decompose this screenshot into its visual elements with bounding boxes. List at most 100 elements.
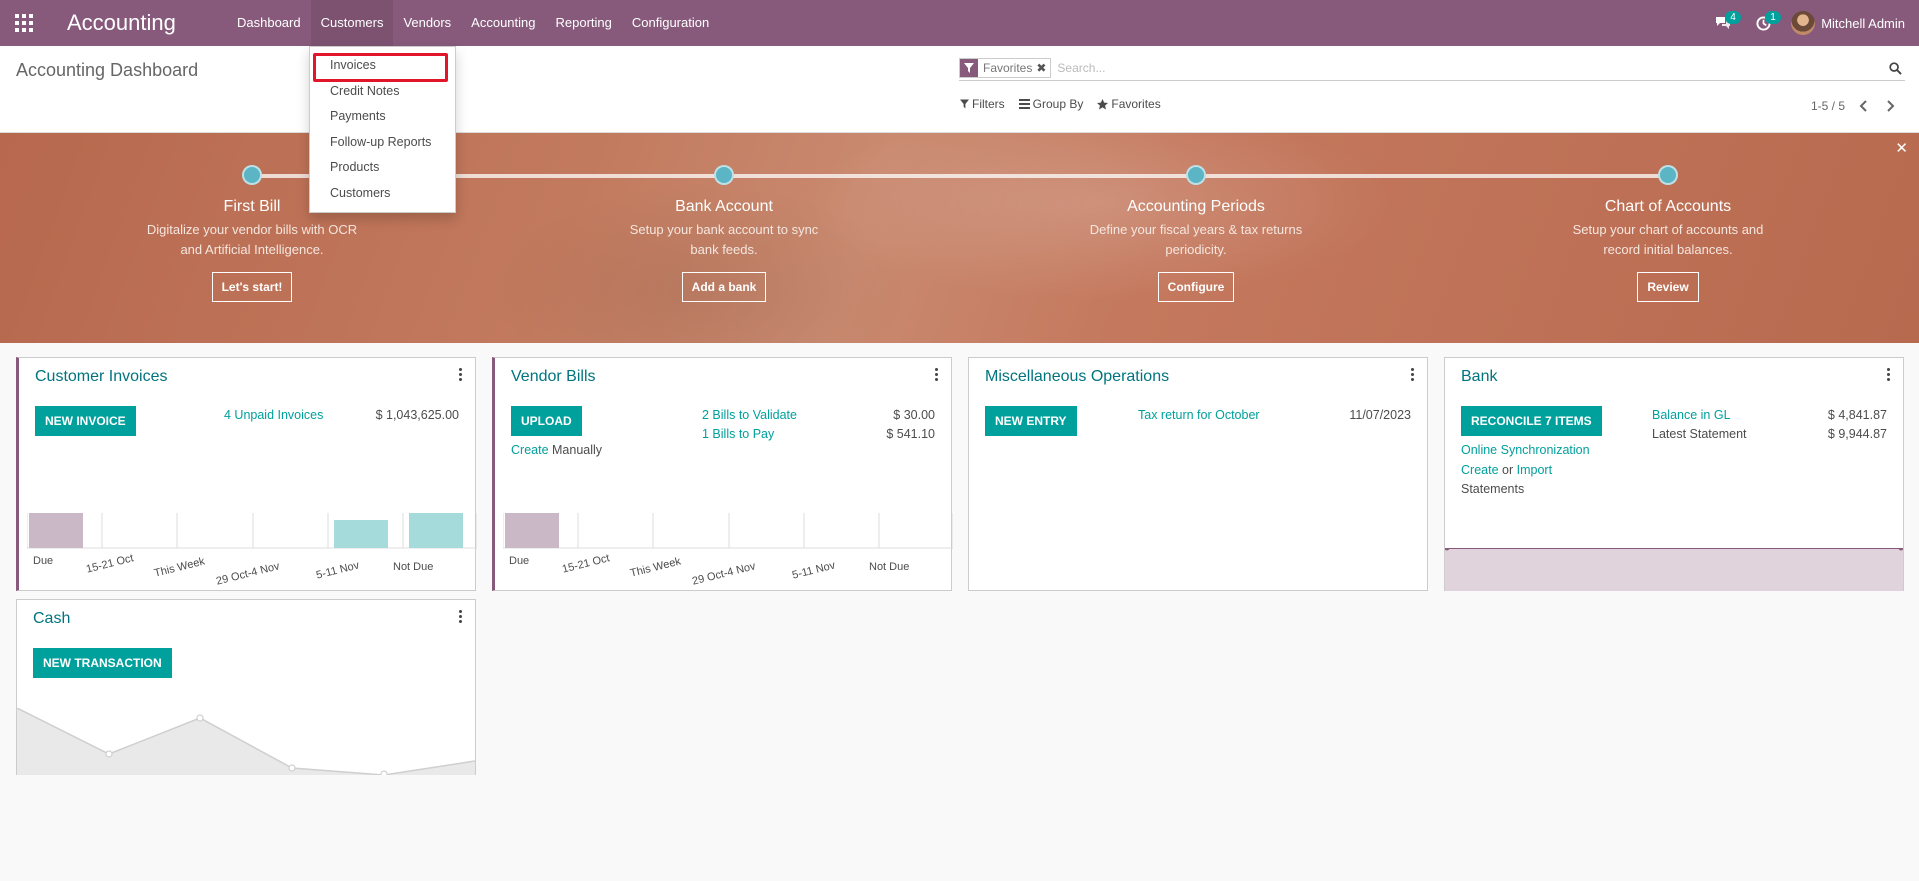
dropdown-item-payments[interactable]: Payments <box>330 109 386 123</box>
search-icon[interactable] <box>1885 58 1905 78</box>
dropdown-item-customers[interactable]: Customers <box>330 186 390 200</box>
aged-receivable-chart <box>27 513 477 549</box>
create-link[interactable]: Create <box>511 443 549 457</box>
aged-payable-chart <box>503 513 953 549</box>
review-button[interactable]: Review <box>1637 272 1699 302</box>
kebab-menu-icon[interactable] <box>1411 368 1415 383</box>
import-link[interactable]: Import <box>1517 463 1552 477</box>
user-name: Mitchell Admin <box>1821 15 1905 31</box>
journal-title[interactable]: Cash <box>33 610 70 628</box>
journal-card-cash: Cash NEW TRANSACTION <box>16 599 476 775</box>
balance-in-gl-link[interactable]: Balance in GL <box>1652 408 1731 422</box>
chart-label-this-week: This Week <box>153 555 207 580</box>
step-title: Accounting Periods <box>1127 198 1265 215</box>
add-bank-button[interactable]: Add a bank <box>681 272 767 302</box>
lets-start-button[interactable]: Let's start! <box>211 272 293 302</box>
new-entry-button[interactable]: NEW ENTRY <box>985 406 1077 436</box>
facet-label: Favorites <box>983 61 1033 75</box>
search-input[interactable] <box>1057 58 1885 78</box>
new-transaction-button[interactable]: NEW TRANSACTION <box>33 648 172 678</box>
facet-remove-icon[interactable]: ✖ <box>1036 61 1050 75</box>
journal-title[interactable]: Bank <box>1461 368 1497 386</box>
chart-label-5-11-nov: 5-11 Nov <box>791 559 837 582</box>
pager-next[interactable] <box>1881 96 1901 116</box>
chart-label-not-due: Not Due <box>393 561 434 573</box>
reconcile-items-button[interactable]: RECONCILE 7 ITEMS <box>1461 406 1602 436</box>
close-icon[interactable]: ✕ <box>1895 139 1908 157</box>
chart-label-29-oct-4-nov: 29 Oct-4 Nov <box>215 560 281 588</box>
step-description: Digitalize your vendor bills with OCR and… <box>146 222 358 257</box>
menu-dashboard[interactable]: Dashboard <box>227 0 311 46</box>
bills-to-pay-amount: $ 541.10 <box>886 427 935 441</box>
menu-configuration[interactable]: Configuration <box>622 0 719 46</box>
customers-dropdown-menu: Invoices Credit Notes Payments Follow-up… <box>309 46 456 213</box>
bills-to-pay-link[interactable]: 1 Bills to Pay <box>702 427 774 441</box>
onboarding-step-accounting-periods: Accounting Periods Define your fiscal ye… <box>1076 165 1316 302</box>
dropdown-item-products[interactable]: Products <box>330 160 379 174</box>
configure-button[interactable]: Configure <box>1157 272 1235 302</box>
onboarding-step-bank-account: Bank Account Setup your bank account to … <box>604 165 844 302</box>
chart-label-5-11-nov: 5-11 Nov <box>315 559 361 582</box>
create-link[interactable]: Create <box>1461 463 1499 477</box>
pager-value[interactable]: 1-5 / 5 <box>1811 99 1845 113</box>
kebab-menu-icon[interactable] <box>1887 368 1891 383</box>
balance-in-gl-amount: $ 4,841.87 <box>1827 408 1887 422</box>
chevron-right-icon <box>1887 100 1895 112</box>
search-options: Filters Group By Favorites <box>960 97 1175 111</box>
new-invoice-button[interactable]: NEW INVOICE <box>35 406 136 436</box>
filters-label: Filters <box>972 97 1005 111</box>
favorites-toggle[interactable]: Favorites <box>1097 97 1161 111</box>
bank-balance-chart <box>1445 548 1903 591</box>
page-title: Accounting Dashboard <box>16 60 199 80</box>
online-synchronization-link[interactable]: Online Synchronization <box>1461 443 1590 457</box>
apps-menu-icon[interactable] <box>15 14 33 32</box>
user-menu[interactable]: Mitchell Admin <box>1783 0 1919 46</box>
step-dot <box>1186 165 1206 185</box>
journal-title[interactable]: Customer Invoices <box>35 368 168 386</box>
menu-accounting[interactable]: Accounting <box>461 0 545 46</box>
filters-toggle[interactable]: Filters <box>960 97 1005 111</box>
control-panel: Accounting Dashboard Favorites ✖ Filters… <box>0 46 1919 133</box>
bills-to-validate-link[interactable]: 2 Bills to Validate <box>702 408 797 422</box>
bar-5-11-nov[interactable] <box>334 520 388 548</box>
create-manually: Create Manually <box>511 443 602 457</box>
statements-text: Statements <box>1461 482 1525 496</box>
dropdown-item-follow-up-reports[interactable]: Follow-up Reports <box>330 135 431 149</box>
journal-card-miscellaneous-operations: Miscellaneous Operations NEW ENTRY Tax r… <box>968 357 1428 591</box>
step-dot <box>714 165 734 185</box>
kebab-menu-icon[interactable] <box>459 610 463 625</box>
activities-badge: 1 <box>1765 11 1781 24</box>
tax-return-link[interactable]: Tax return for October <box>1138 408 1260 422</box>
step-title: Bank Account <box>675 198 773 215</box>
kebab-menu-icon[interactable] <box>935 368 939 383</box>
journal-card-bank: Bank RECONCILE 7 ITEMS Online Synchroniz… <box>1444 357 1904 591</box>
messaging-menu[interactable]: 4 <box>1703 0 1743 46</box>
favorites-label: Favorites <box>1111 97 1161 111</box>
group-by-toggle[interactable]: Group By <box>1018 97 1083 111</box>
search-bar: Favorites ✖ <box>959 56 1905 81</box>
filter-funnel-icon <box>960 59 978 77</box>
pager-previous[interactable] <box>1853 96 1873 116</box>
menu-customers[interactable]: Customers <box>310 0 394 46</box>
messages-badge: 4 <box>1725 11 1741 24</box>
step-description: Setup your chart of accounts and record i… <box>1572 222 1764 257</box>
bar-due[interactable] <box>29 513 83 548</box>
journal-title[interactable]: Vendor Bills <box>511 368 596 386</box>
bar-due[interactable] <box>505 513 559 548</box>
journal-card-vendor-bills: Vendor Bills UPLOAD 2 Bills to Validate … <box>492 357 953 591</box>
menu-reporting[interactable]: Reporting <box>546 0 622 46</box>
activity-menu[interactable]: 1 <box>1743 0 1783 46</box>
step-dot <box>1658 165 1678 185</box>
systray: 4 1 Mitchell Admin <box>1703 0 1919 46</box>
kebab-menu-icon[interactable] <box>459 368 463 383</box>
dropdown-item-credit-notes[interactable]: Credit Notes <box>330 84 399 98</box>
chart-label-this-week: This Week <box>629 555 683 580</box>
unpaid-invoices-link[interactable]: 4 Unpaid Invoices <box>224 408 323 422</box>
journal-title[interactable]: Miscellaneous Operations <box>985 368 1169 386</box>
menu-vendors[interactable]: Vendors <box>393 0 461 46</box>
main-menu: Dashboard Customers Vendors Accounting R… <box>227 0 719 46</box>
search-facet[interactable]: Favorites ✖ <box>959 58 1052 78</box>
dropdown-item-invoices[interactable]: Invoices <box>330 58 376 72</box>
bar-not-due[interactable] <box>409 513 463 548</box>
upload-button[interactable]: UPLOAD <box>511 406 582 436</box>
